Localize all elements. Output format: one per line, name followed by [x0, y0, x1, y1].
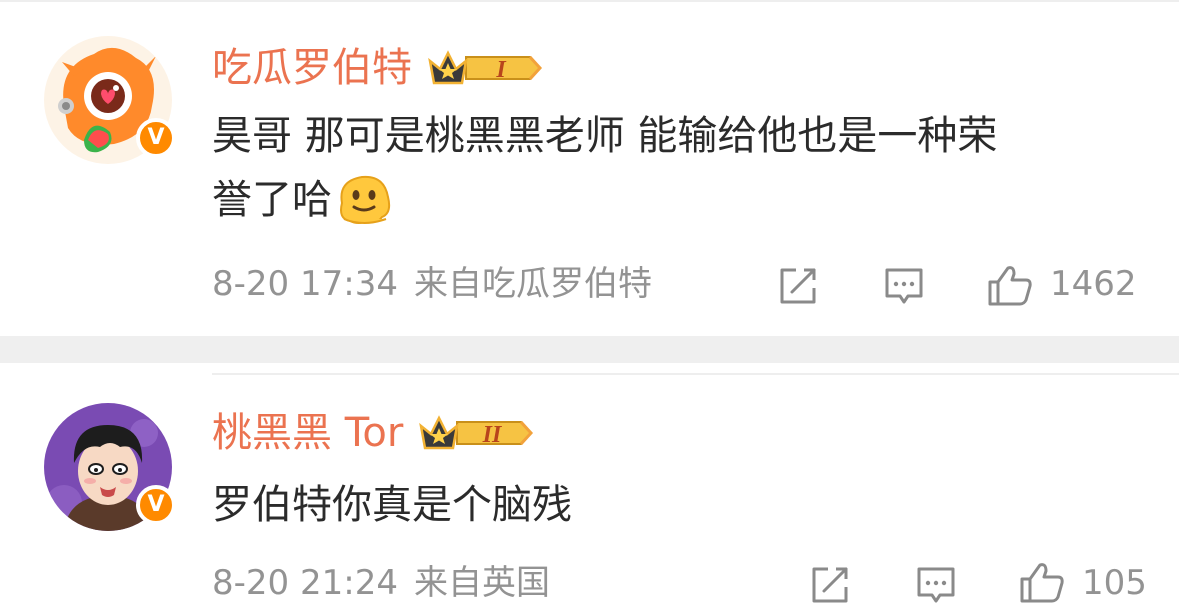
section-separator: [0, 336, 1179, 363]
username-row: 桃黑黑 Tor II: [212, 405, 535, 461]
verified-badge-icon: V: [136, 485, 176, 525]
melting-face-emoji-icon: [340, 175, 391, 224]
comment-item: V 吃瓜罗伯特 I 昊哥 那可是桃黑黑老师 能输给他也是一种荣 誉了哈 8-20…: [0, 0, 1179, 336]
avatar[interactable]: V: [44, 36, 176, 164]
verified-badge-icon: V: [136, 118, 176, 158]
avatar[interactable]: V: [44, 403, 176, 531]
thumbs-up-icon[interactable]: [1018, 559, 1066, 607]
username[interactable]: 吃瓜罗伯特: [212, 40, 412, 96]
comment-item: V 桃黑黑 Tor II 罗伯特你真是个脑残 8-20 21:24 来自英国 1…: [0, 363, 1179, 611]
comment-source: 来自吃瓜罗伯特: [413, 264, 652, 304]
thumbs-up-icon[interactable]: [986, 262, 1034, 310]
comment-body: 罗伯特你真是个脑残: [212, 482, 572, 528]
share-edit-icon[interactable]: [808, 563, 852, 607]
comment-bubble-icon[interactable]: [882, 264, 926, 308]
vip-level: I: [495, 57, 507, 83]
comment-time: 8-20 21:24: [212, 563, 398, 603]
username-row: 吃瓜罗伯特 I: [212, 40, 544, 96]
comment-feed: V 吃瓜罗伯特 I 昊哥 那可是桃黑黑老师 能输给他也是一种荣 誉了哈 8-20…: [0, 0, 1179, 611]
like-count: 105: [1082, 563, 1147, 603]
vip-level: II: [482, 422, 503, 448]
comment-time: 8-20 17:34: [212, 264, 398, 304]
comment-bubble-icon[interactable]: [914, 563, 958, 607]
like-count: 1462: [1050, 264, 1137, 304]
comment-body: 昊哥 那可是桃黑黑老师 能输给他也是一种荣 誉了哈: [212, 113, 998, 223]
comment-meta: 8-20 17:34 来自吃瓜罗伯特: [212, 260, 652, 308]
vip-crown-badge-icon[interactable]: II: [417, 412, 535, 454]
vip-crown-badge-icon[interactable]: I: [426, 47, 544, 89]
comment-text: 昊哥 那可是桃黑黑老师 能输给他也是一种荣 誉了哈: [212, 104, 997, 232]
comment-meta: 8-20 21:24 来自英国: [212, 559, 550, 607]
username[interactable]: 桃黑黑 Tor: [212, 405, 403, 461]
share-edit-icon[interactable]: [776, 264, 820, 308]
comment-text: 罗伯特你真是个脑残: [212, 473, 572, 537]
comment-source: 来自英国: [413, 563, 550, 603]
